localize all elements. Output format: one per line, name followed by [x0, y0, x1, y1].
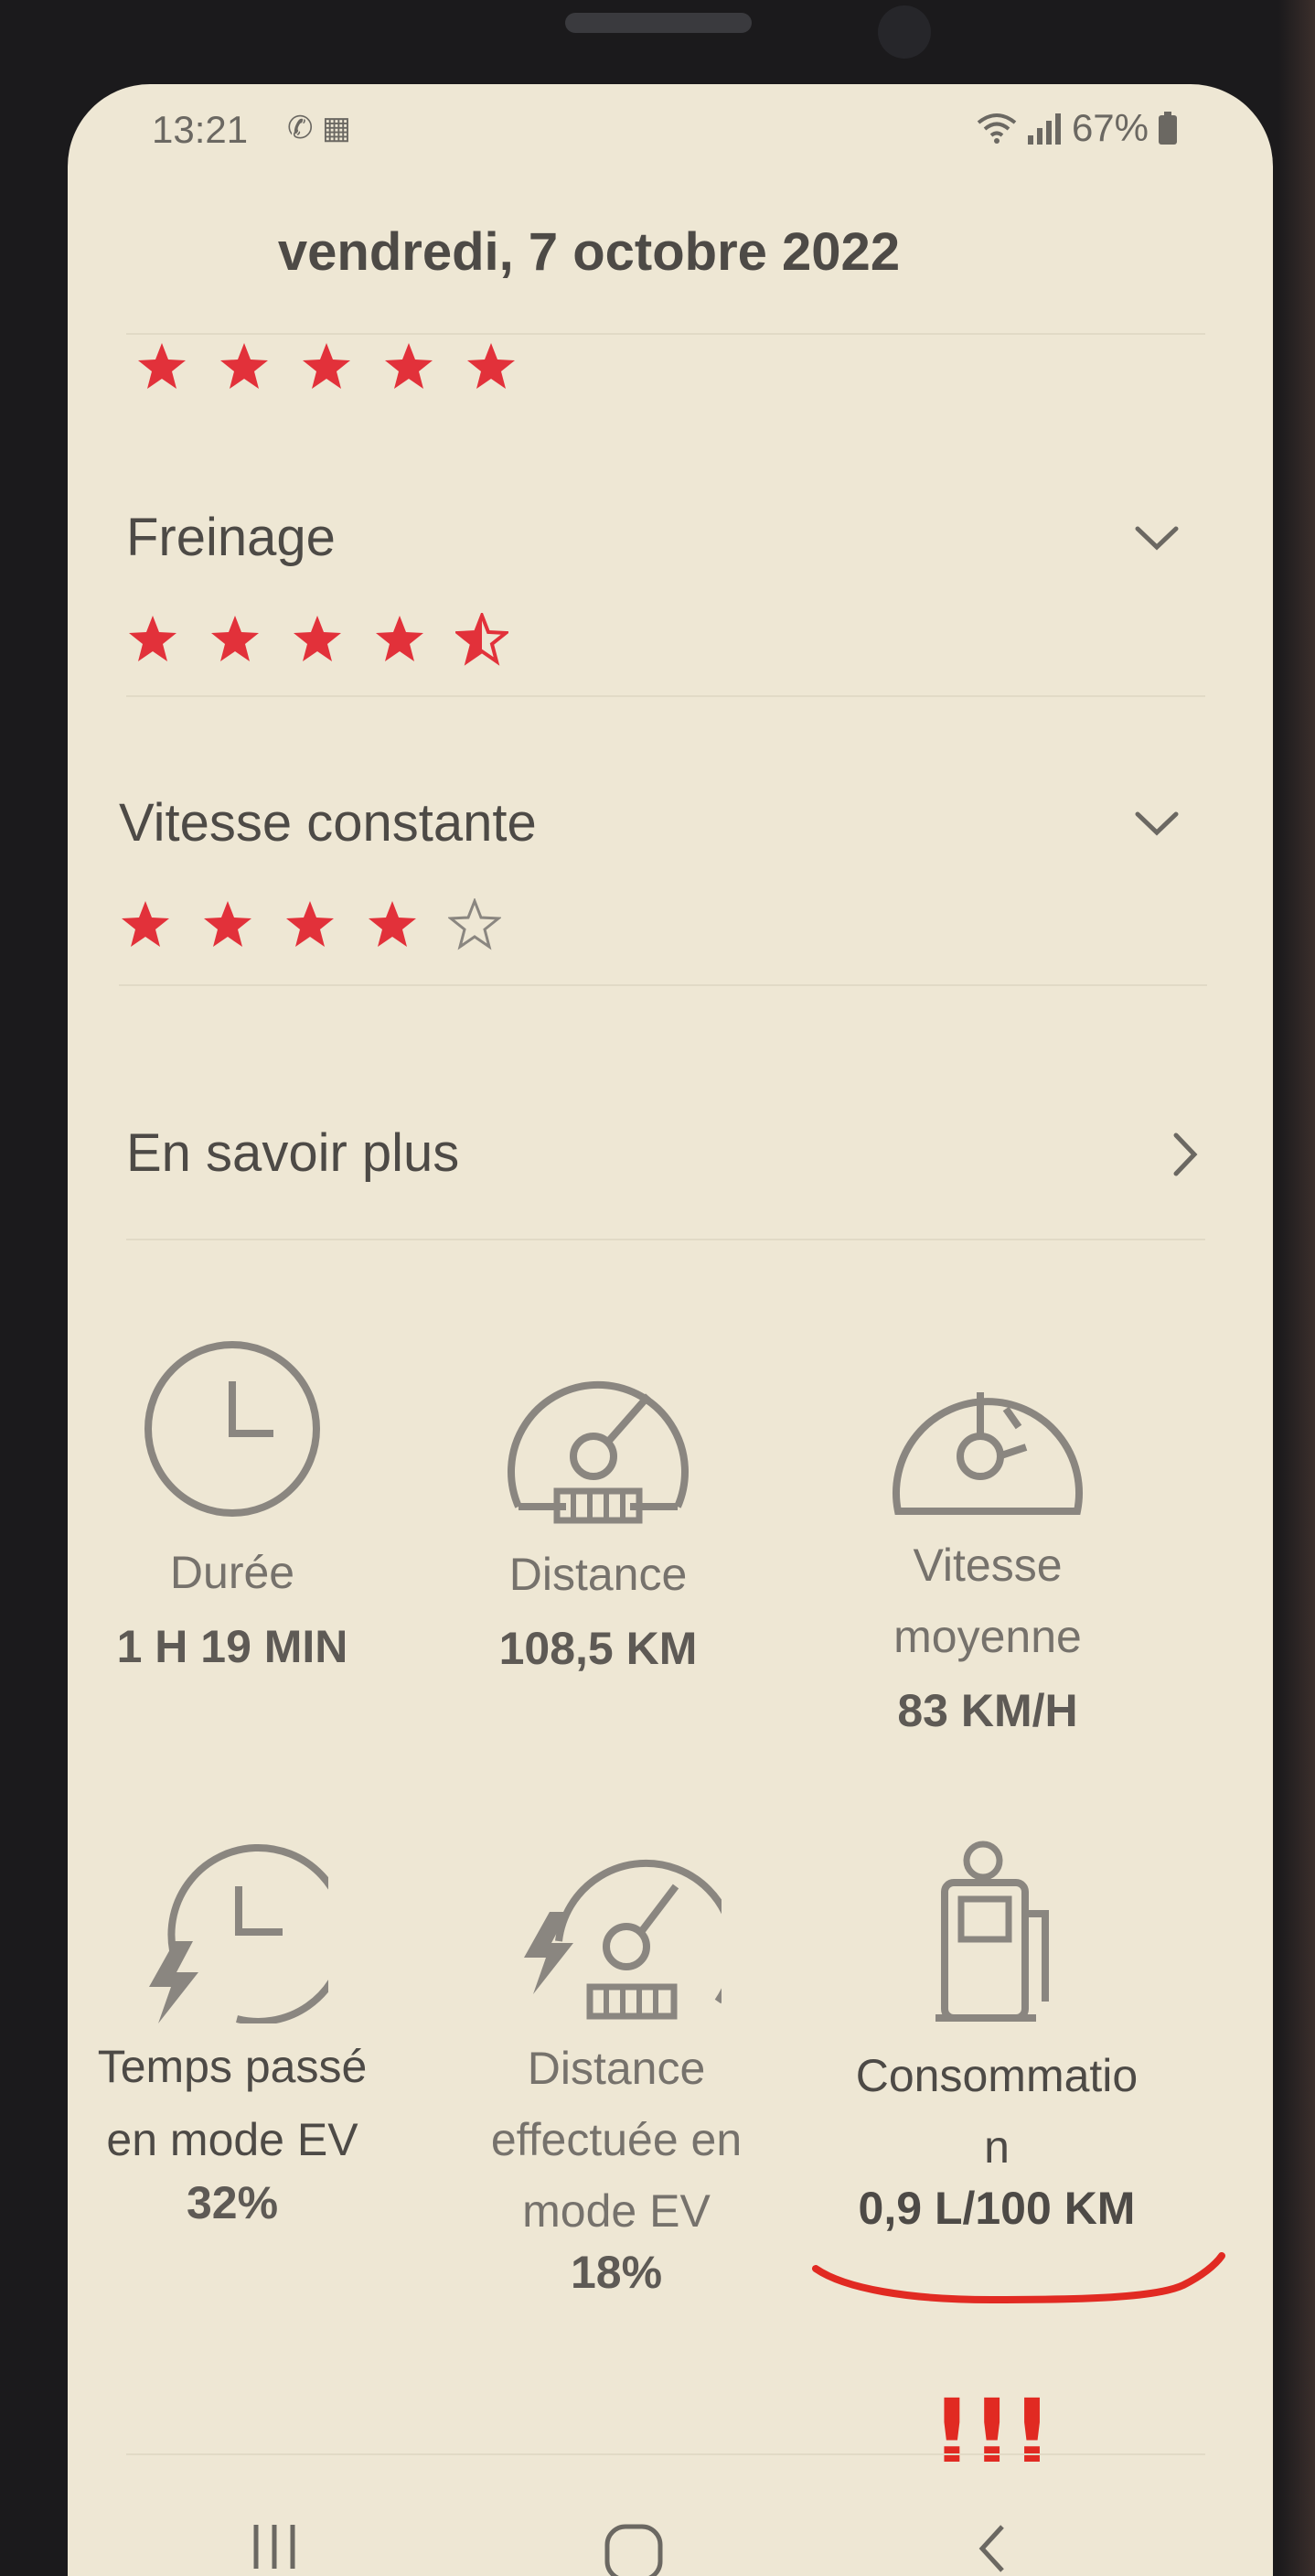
star-filled-icon	[467, 343, 515, 389]
stat-ev-time: Temps passé en mode EV 32%	[68, 1841, 406, 2238]
stat-value: 108,5 KM	[498, 1623, 698, 1674]
stat-label: Distance	[508, 1549, 688, 1600]
chevron-down-icon[interactable]	[1130, 510, 1183, 564]
fuel-pump-icon	[935, 1841, 1049, 2022]
divider	[126, 1239, 1205, 1240]
star-filled-icon	[204, 901, 251, 947]
battery-percentage: 67%	[1071, 106, 1149, 149]
rating-stars-constant-speed	[119, 898, 501, 951]
star-filled-icon	[220, 343, 268, 389]
chevron-right-icon	[1173, 1132, 1198, 1176]
divider	[126, 2453, 1205, 2455]
stat-distance: Distance 108,5 KM	[452, 1356, 744, 1683]
star-filled-icon	[122, 901, 169, 947]
divider	[119, 984, 1207, 986]
phone-edge	[1278, 0, 1315, 2576]
chevron-down-icon[interactable]	[1130, 796, 1183, 849]
stat-value: 18%	[570, 2247, 663, 2298]
star-filled-icon	[385, 343, 433, 389]
recent-apps-icon[interactable]	[247, 2517, 302, 2572]
rating-title-braking: Freinage	[126, 508, 336, 567]
earpiece	[565, 13, 752, 33]
star-filled-icon	[286, 901, 334, 947]
handwritten-underline	[812, 2252, 1225, 2304]
star-filled-icon	[211, 616, 259, 661]
star-filled-icon	[138, 343, 186, 389]
star-filled-icon	[376, 616, 423, 661]
stat-label-line: effectuée en	[490, 2114, 743, 2165]
trip-date: vendredi, 7 octobre 2022	[277, 222, 901, 282]
stat-ev-distance: Distance effectuée en mode EV 18%	[461, 1841, 772, 2307]
stat-value: 83 KM/H	[897, 1685, 1078, 1736]
stat-label-line: Temps passé	[97, 2041, 368, 2092]
speedometer-icon	[508, 1380, 689, 1524]
handwritten-exclamation: !!!	[932, 2380, 1053, 2483]
ev-clock-icon	[149, 1843, 328, 2023]
star-empty-icon	[448, 898, 501, 950]
stat-label-line: Consommatio	[855, 2050, 1139, 2101]
rating-stars-overall	[135, 340, 518, 393]
app-screen: 13:21 ✆ ▦ 67% vendredi, 7 octobre 2022 F…	[68, 84, 1273, 2576]
stat-label-line: Vitesse	[913, 1540, 1063, 1591]
learn-more-label: En savoir plus	[126, 1123, 460, 1183]
learn-more-row[interactable]: En savoir plus	[126, 1095, 1220, 1214]
speedometer-clock-icon	[893, 1392, 1083, 1515]
stat-value: 1 H 19 MIN	[116, 1621, 348, 1672]
status-bar: 13:21 ✆ ▦ 67%	[68, 84, 1273, 166]
star-filled-icon	[129, 616, 176, 661]
star-filled-icon	[303, 343, 350, 389]
ev-speedometer-icon	[524, 1859, 722, 2020]
star-half-icon	[455, 613, 508, 666]
stat-fuel-consumption: Consommatio n 0,9 L/100 KM	[823, 1841, 1171, 2243]
signal-icon	[1027, 113, 1061, 145]
stat-label-line: moyenne	[893, 1611, 1082, 1662]
stat-label-line: Distance	[527, 2043, 706, 2094]
star-filled-icon	[369, 901, 416, 947]
divider	[126, 333, 1205, 335]
rating-stars-braking	[126, 613, 508, 666]
front-camera	[878, 5, 931, 59]
star-filled-icon	[294, 616, 341, 661]
notification-icons: ✆ ▦	[287, 111, 352, 145]
status-time: 13:21	[152, 108, 249, 151]
stat-average-speed: Vitesse moyenne 83 KM/H	[823, 1356, 1152, 1745]
clock-icon	[144, 1341, 320, 1517]
stat-label: Durée	[169, 1547, 295, 1598]
battery-icon	[1159, 112, 1177, 145]
divider	[126, 695, 1205, 697]
stat-value: 0,9 L/100 KM	[858, 2183, 1136, 2234]
phone-frame: 13:21 ✆ ▦ 67% vendredi, 7 octobre 2022 F…	[0, 0, 1315, 2576]
system-nav-bar	[68, 2499, 1273, 2576]
stat-duration: Durée 1 H 19 MIN	[95, 1337, 369, 1681]
home-icon[interactable]	[602, 2517, 666, 2576]
wifi-icon	[977, 113, 1017, 144]
back-icon[interactable]	[966, 2517, 1021, 2572]
rating-title-constant-speed: Vitesse constante	[119, 793, 537, 853]
